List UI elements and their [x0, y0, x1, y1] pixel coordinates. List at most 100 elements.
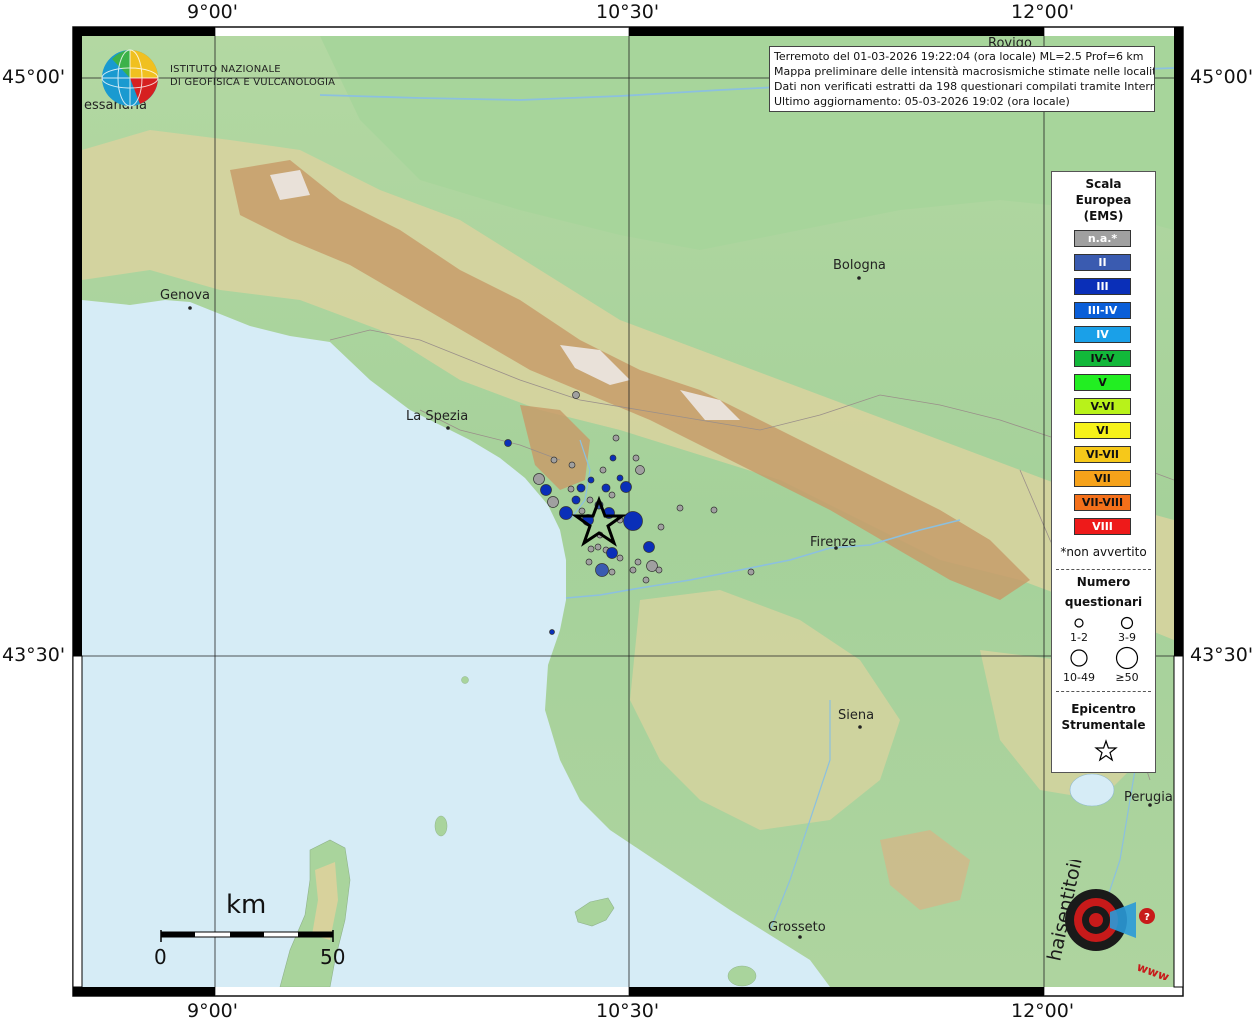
- legend-item-n-a: n.a.*: [1074, 230, 1131, 247]
- city-label-firenze: Firenze: [810, 535, 857, 550]
- size-symbol-1-2: [1074, 618, 1084, 628]
- event-info-line1: Terremoto del 01-03-2026 19:22:04 (ora l…: [774, 50, 1144, 63]
- lon-label-bottom-3: 12°00': [1011, 1000, 1075, 1022]
- size-label-50: ≥50: [1115, 671, 1139, 684]
- intensity-point[interactable]: [616, 474, 624, 482]
- lon-label-top-1: 9°00': [187, 1, 238, 23]
- intensity-point[interactable]: [594, 543, 602, 551]
- intensity-point[interactable]: [547, 496, 559, 508]
- legend-note: *non avvertito: [1060, 545, 1147, 559]
- intensity-point[interactable]: [608, 491, 616, 499]
- ingv-text: ISTITUTO NAZIONALE DI GEOFISICA E VULCAN…: [170, 63, 335, 89]
- intensity-point[interactable]: [620, 481, 632, 493]
- event-info-line4: Ultimo aggiornamento: 05-03-2026 19:02 (…: [774, 95, 1070, 108]
- lake-trasimeno: [1069, 773, 1115, 807]
- intensity-point[interactable]: [533, 473, 545, 485]
- intensity-point[interactable]: [710, 506, 718, 514]
- intensity-point[interactable]: [747, 568, 755, 576]
- ems-legend: Scala Europea (EMS) n.a.* II III III-IV IV IV…: [1051, 171, 1156, 773]
- legend-item-iii-iv: III-IV: [1074, 302, 1131, 319]
- intensity-point[interactable]: [549, 629, 555, 635]
- city-label-grosseto: Grosseto: [768, 920, 826, 935]
- event-info-box: Terremoto del 01-03-2026 19:22:04 (ora l…: [769, 46, 1155, 112]
- legend-item-iv-v: IV-V: [1074, 350, 1131, 367]
- legend-separator-1: [1056, 569, 1151, 570]
- intensity-point[interactable]: [635, 465, 645, 475]
- lat-label-left-2: 43°30': [2, 644, 66, 666]
- legend-item-ii: II: [1074, 254, 1131, 271]
- intensity-point[interactable]: [676, 504, 684, 512]
- intensity-point[interactable]: [612, 434, 620, 442]
- legend-item-v: V: [1074, 374, 1131, 391]
- intensity-point[interactable]: [567, 485, 575, 493]
- city-label-la-spezia: La Spezia: [406, 409, 469, 424]
- legend-size-symbols: [1070, 616, 1139, 670]
- legend-count-title-1: Numero: [1076, 575, 1131, 589]
- intensity-point[interactable]: [642, 576, 650, 584]
- map-terrain: [82, 36, 1174, 987]
- legend-epicenter-title-2: Strumentale: [1061, 718, 1146, 732]
- intensity-point[interactable]: [568, 461, 576, 469]
- intensity-point[interactable]: [559, 506, 573, 520]
- intensity-point[interactable]: [595, 563, 609, 577]
- legend-epicenter-title-1: Epicentro: [1071, 702, 1136, 716]
- intensity-point[interactable]: [504, 439, 512, 447]
- lon-label-top-2: 10°30': [596, 1, 660, 23]
- legend-count-title-2: questionari: [1064, 595, 1143, 609]
- legend-separator-2: [1056, 691, 1151, 692]
- intensity-point[interactable]: [572, 391, 580, 399]
- legend-item-vi-vii: VI-VII: [1074, 446, 1131, 463]
- intensity-point[interactable]: [655, 566, 663, 574]
- haisentito-logo-url: www: [1135, 960, 1171, 980]
- intensity-point[interactable]: [609, 454, 617, 462]
- legend-title-2: Europea: [1075, 193, 1132, 207]
- intensity-point[interactable]: [632, 454, 640, 462]
- legend-star-icon: [1094, 739, 1118, 762]
- lat-label-right-2: 43°30': [1190, 644, 1254, 666]
- city-label-perugia: Perugia: [1124, 790, 1173, 805]
- haisentito-logo: ? haisentitoilterremoto.it www: [1043, 860, 1171, 980]
- intensity-point[interactable]: [634, 558, 642, 566]
- event-info-line2: Mappa preliminare delle intensità macros…: [774, 65, 1155, 78]
- legend-item-vi: VI: [1074, 422, 1131, 439]
- legend-item-vii: VII: [1074, 470, 1131, 487]
- intensity-point[interactable]: [586, 496, 594, 504]
- legend-title-3: (EMS): [1083, 209, 1124, 223]
- scale-bar-start: 0: [154, 945, 167, 969]
- intensity-point[interactable]: [606, 547, 618, 559]
- lat-label-right-1: 45°00': [1190, 66, 1254, 88]
- intensity-point[interactable]: [587, 476, 595, 484]
- intensity-point[interactable]: [587, 545, 595, 553]
- intensity-point[interactable]: [571, 495, 581, 505]
- intensity-point[interactable]: [578, 507, 586, 515]
- scale-bar-unit: km: [226, 890, 267, 920]
- intensity-point[interactable]: [643, 541, 655, 553]
- intensity-point[interactable]: [608, 568, 616, 576]
- legend-item-vii-viii: VII-VIII: [1074, 494, 1131, 511]
- intensity-point[interactable]: [550, 456, 558, 464]
- intensity-point[interactable]: [629, 566, 637, 574]
- size-label-10-49: 10-49: [1063, 671, 1095, 684]
- intensity-point[interactable]: [601, 483, 611, 493]
- svg-text:?: ?: [1144, 912, 1150, 923]
- intensity-point[interactable]: [540, 484, 552, 496]
- legend-item-v-vi: V-VI: [1074, 398, 1131, 415]
- ingv-text-line1: ISTITUTO NAZIONALE: [170, 64, 281, 75]
- islet-argentario: [727, 965, 757, 987]
- city-label-genova: Genova: [160, 288, 210, 303]
- size-symbol-3-9: [1120, 616, 1134, 630]
- islet-gorgona: [461, 676, 469, 684]
- intensity-point[interactable]: [616, 554, 624, 562]
- intensity-point[interactable]: [576, 483, 586, 493]
- intensity-point[interactable]: [585, 558, 593, 566]
- legend-item-viii: VIII: [1074, 518, 1131, 535]
- intensity-point[interactable]: [623, 511, 643, 531]
- intensity-point[interactable]: [657, 523, 665, 531]
- intensity-point[interactable]: [599, 466, 607, 474]
- ingv-text-line2: DI GEOFISICA E VULCANOLOGIA: [170, 77, 336, 88]
- size-symbol-10-49: [1070, 649, 1088, 667]
- lon-label-bottom-2: 10°30': [596, 1000, 660, 1022]
- lon-label-bottom-1: 9°00': [187, 1000, 238, 1022]
- legend-item-iv: IV: [1074, 326, 1131, 343]
- intensity-map[interactable]: 9°00' 10°30' 12°00' 9°00' 10°30' 12°00' …: [0, 0, 1256, 1024]
